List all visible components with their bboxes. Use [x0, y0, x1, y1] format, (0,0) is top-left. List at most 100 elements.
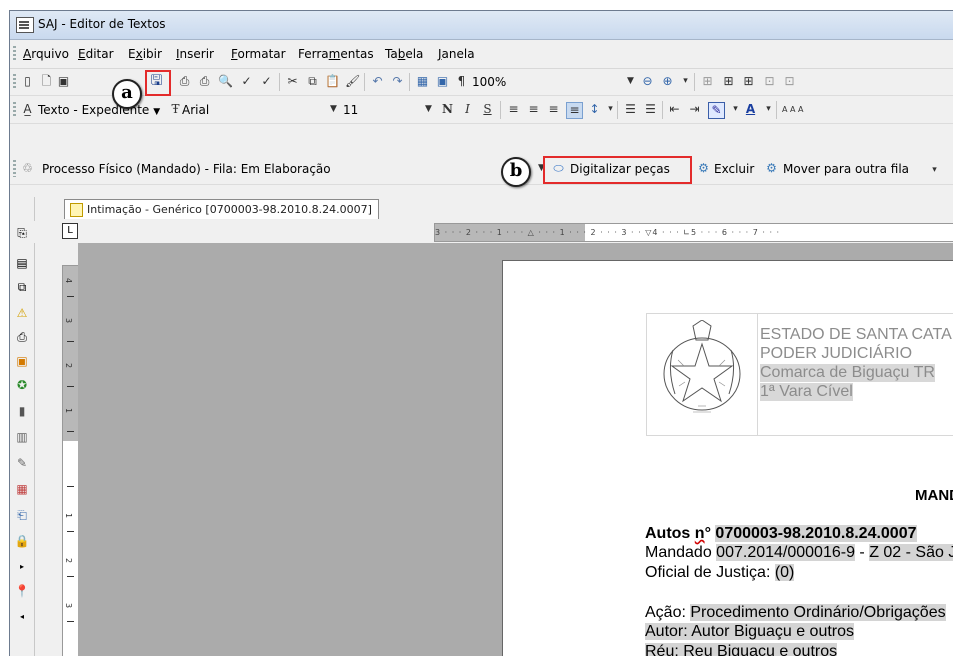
underline-button[interactable]: S — [480, 102, 495, 117]
font-dropdown-arrow-icon[interactable]: ▼ — [326, 102, 341, 117]
horizontal-ruler[interactable]: 3 · · · 2 · · · 1 · · · △ · · · 1 · · · … — [434, 223, 953, 242]
cut-icon[interactable]: ✂ — [285, 74, 300, 89]
warning-document-icon[interactable]: ⚠ — [14, 305, 30, 321]
toolbar-separator — [694, 73, 695, 91]
menu-exibir[interactable]: Exibir — [128, 47, 162, 61]
pdf-document-icon[interactable]: ⎗ — [14, 507, 30, 523]
reu-line: Réu: Reu Biguaçu e outros — [645, 643, 838, 656]
save-icon[interactable]: 🖫 — [149, 74, 164, 89]
calendar-icon[interactable]: ▦ — [14, 481, 30, 497]
vruler-number: 1 — [64, 407, 74, 414]
menu-ferramentas[interactable]: Ferramentas — [298, 47, 374, 61]
print-setup-icon[interactable]: ⎙ — [197, 74, 212, 89]
tab-stop-selector[interactable]: L — [62, 223, 78, 239]
size-dropdown-arrow-icon[interactable]: ▼ — [421, 102, 436, 117]
undo-icon[interactable]: ↶ — [370, 74, 385, 89]
zoom-in-icon[interactable]: ⊕ — [660, 74, 675, 89]
scan-documents-button[interactable]: Digitalizar peças — [570, 160, 670, 178]
lock-icon[interactable]: 🔒 — [14, 533, 30, 549]
callout-a: a — [112, 79, 142, 109]
vruler-tick — [67, 431, 74, 432]
bold-button[interactable]: N — [440, 102, 455, 117]
vertical-ruler[interactable]: 4 3 2 1 1 2 3 — [62, 265, 79, 656]
menubar-grip[interactable] — [13, 46, 16, 62]
scroll-left-icon[interactable]: ◂ — [14, 609, 30, 625]
move-queue-button[interactable]: Mover para outra fila — [783, 160, 909, 178]
zoom-dropdown-arrow-icon[interactable]: ▼ — [623, 74, 638, 89]
table-icon[interactable]: ▦ — [415, 74, 430, 89]
print-preview-icon[interactable]: 🔍 — [218, 74, 233, 89]
delete-cell-icon[interactable]: ⊡ — [782, 74, 797, 89]
increase-indent-icon[interactable]: ⇥ — [687, 102, 702, 117]
menu-editar[interactable]: Editar — [78, 47, 114, 61]
menu-arquivo[interactable]: Arquivo — [23, 47, 69, 61]
font-color-button[interactable]: A — [743, 102, 758, 117]
insert-table-icon[interactable]: ⊞ — [721, 74, 736, 89]
document-heading: MANDADO DE — [915, 487, 953, 504]
group-icon[interactable]: ▥ — [14, 429, 30, 445]
menu-formatar[interactable]: Formatar — [231, 47, 286, 61]
insert-row-icon[interactable]: ⊞ — [741, 74, 756, 89]
pen-document-icon[interactable]: ✎ — [14, 455, 30, 471]
grow-font-button[interactable]: A A A — [782, 102, 822, 117]
insert-column-icon[interactable]: ⊡ — [762, 74, 777, 89]
bookmark-icon[interactable]: ▮ — [14, 403, 30, 419]
new-document-icon[interactable]: 🗋 — [39, 74, 54, 89]
document-page[interactable]: ESTADO DE SANTA CATARINA PODER JUDICIÁRI… — [502, 260, 953, 656]
decrease-indent-icon[interactable]: ⇤ — [667, 102, 682, 117]
more-dropdown-arrow-icon[interactable]: ▾ — [678, 74, 693, 89]
spacing-dropdown-arrow-icon[interactable]: ▾ — [603, 102, 618, 117]
line-spacing-icon[interactable]: ↕ — [587, 102, 602, 117]
print-icon[interactable]: ⎙ — [177, 74, 192, 89]
print-document-icon[interactable]: ⎙ — [14, 329, 30, 345]
toolbar-overflow-icon[interactable]: ▾ — [927, 163, 942, 178]
style-combo[interactable]: Texto - Expediente ▼ — [38, 101, 160, 119]
highlight-dropdown-arrow-icon[interactable]: ▾ — [728, 102, 743, 117]
toolbar-separator — [279, 73, 280, 91]
font-size-combo[interactable]: 11 — [343, 101, 403, 119]
field-document-icon[interactable]: ▣ — [14, 353, 30, 369]
spellcheck-icon[interactable]: ✓ — [259, 74, 274, 89]
zoom-out-icon[interactable]: ⊖ — [640, 74, 655, 89]
menu-janela[interactable]: Janela — [438, 47, 475, 61]
copy-icon[interactable]: ⧉ — [305, 74, 320, 89]
delete-button[interactable]: Excluir — [714, 160, 754, 178]
toolbar-grip[interactable] — [13, 160, 16, 177]
pushpin-icon[interactable]: 📍 — [14, 583, 30, 599]
format-painter-icon[interactable]: 🖌 — [345, 74, 360, 89]
numbered-list-icon[interactable]: ☰ — [643, 102, 658, 117]
insert-field-icon[interactable]: ⎘ — [14, 225, 30, 241]
align-right-icon[interactable]: ≡ — [546, 102, 561, 117]
zoom-combo[interactable]: 100% — [472, 73, 622, 91]
table-grid-icon[interactable]: ⊞ — [700, 74, 715, 89]
document-canvas[interactable]: ESTADO DE SANTA CATARINA PODER JUDICIÁRI… — [78, 243, 953, 656]
paste-icon[interactable]: 📋 — [325, 74, 340, 89]
editor-window: SAJ - Editor de Textos Arquivo Editar Ex… — [9, 10, 953, 656]
form-icon[interactable]: ▤ — [14, 255, 30, 271]
new-template-icon[interactable]: ▯ — [20, 74, 35, 89]
toolbar-grip[interactable] — [13, 74, 16, 90]
expand-arrow-icon[interactable]: ▸ — [14, 559, 30, 575]
pilcrow-icon[interactable]: ¶ — [454, 74, 469, 89]
redo-icon[interactable]: ↷ — [390, 74, 405, 89]
font-combo[interactable]: Arial — [182, 101, 332, 119]
check-icon[interactable]: ✓ — [239, 74, 254, 89]
vruler-number: 2 — [64, 362, 74, 369]
open-icon[interactable]: ▣ — [56, 74, 71, 89]
certificate-icon[interactable]: ✪ — [14, 377, 30, 393]
bullet-list-icon[interactable]: ☰ — [623, 102, 638, 117]
document-tab-icon — [70, 203, 83, 217]
menu-inserir[interactable]: Inserir — [176, 47, 214, 61]
highlight-pen-icon[interactable]: ✎ — [708, 102, 725, 119]
align-center-icon[interactable]: ≡ — [526, 102, 541, 117]
justify-icon[interactable]: ≡ — [566, 102, 583, 119]
menu-tabela[interactable]: Tabela — [385, 47, 423, 61]
toolbar-grip[interactable] — [13, 102, 16, 118]
copy-document-icon[interactable]: ⧉ — [14, 279, 30, 295]
italic-button[interactable]: I — [460, 102, 475, 117]
tab-intimacao[interactable]: Intimação - Genérico [0700003-98.2010.8.… — [64, 199, 379, 219]
frame-icon[interactable]: ▣ — [435, 74, 450, 89]
font-color-dropdown-arrow-icon[interactable]: ▾ — [761, 102, 776, 117]
align-left-icon[interactable]: ≡ — [506, 102, 521, 117]
vruler-number: 3 — [64, 602, 74, 609]
